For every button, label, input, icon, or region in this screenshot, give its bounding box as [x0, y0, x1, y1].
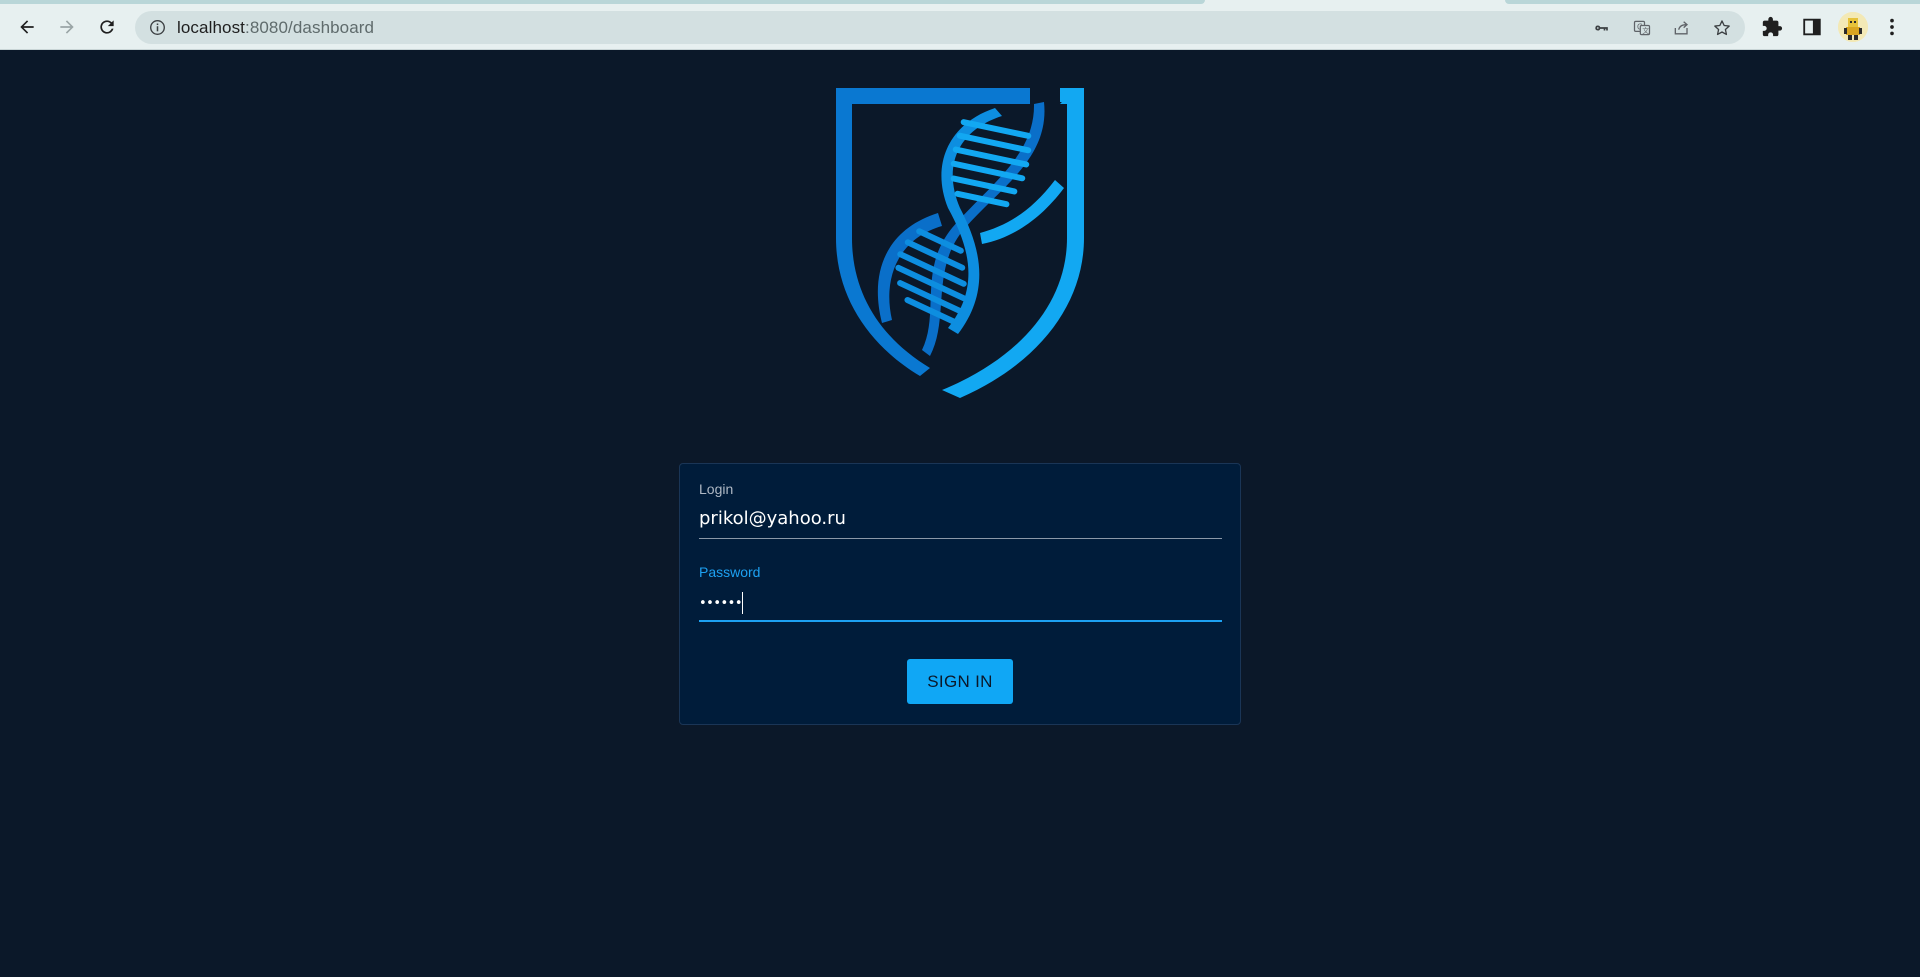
translate-icon: G文 [1633, 20, 1651, 36]
browser-toolbar: localhost:8080/dashboard G文 [0, 4, 1920, 50]
bookmark-button[interactable] [1710, 16, 1734, 40]
star-icon [1714, 20, 1730, 36]
translate-button[interactable]: G文 [1630, 16, 1654, 40]
back-arrow-icon [20, 20, 34, 34]
back-button[interactable] [10, 10, 44, 44]
reload-icon [100, 20, 114, 34]
svg-text:文: 文 [1642, 26, 1649, 35]
login-label: Login [699, 481, 734, 497]
url-host: localhost [177, 18, 245, 37]
password-key-button[interactable] [1590, 16, 1614, 40]
share-button[interactable] [1670, 16, 1694, 40]
address-bar[interactable]: localhost:8080/dashboard G文 [135, 11, 1745, 44]
forward-button[interactable] [50, 10, 84, 44]
key-icon [1595, 25, 1608, 31]
password-input[interactable]: •••••• [699, 586, 1222, 622]
login-page: Login Password •••••• SIGN IN [0, 50, 1920, 977]
text-caret [742, 592, 743, 614]
side-panel-icon [1803, 18, 1821, 36]
side-panel-button[interactable] [1797, 12, 1827, 42]
profile-avatar-icon [1838, 12, 1868, 42]
sign-in-button[interactable]: SIGN IN [907, 659, 1013, 704]
forward-arrow-icon [60, 20, 74, 34]
password-label: Password [699, 564, 761, 580]
browser-menu-button[interactable] [1877, 12, 1907, 42]
password-masked-value: •••••• [699, 596, 743, 611]
kebab-menu-icon [1890, 18, 1894, 36]
puzzle-icon [1762, 16, 1783, 37]
url-text[interactable]: localhost:8080/dashboard [177, 11, 374, 44]
login-form: Login Password •••••• SIGN IN [679, 463, 1241, 725]
password-field: Password •••••• [699, 564, 1222, 622]
reload-button[interactable] [90, 10, 124, 44]
dna-shield-logo [836, 88, 1084, 398]
url-path: :8080/dashboard [245, 18, 375, 37]
info-icon[interactable] [149, 19, 166, 36]
share-icon [1674, 21, 1689, 35]
login-field: Login [699, 481, 1222, 539]
extensions-button[interactable] [1757, 12, 1787, 42]
login-input[interactable] [699, 503, 1222, 539]
avatar[interactable] [1838, 12, 1868, 42]
